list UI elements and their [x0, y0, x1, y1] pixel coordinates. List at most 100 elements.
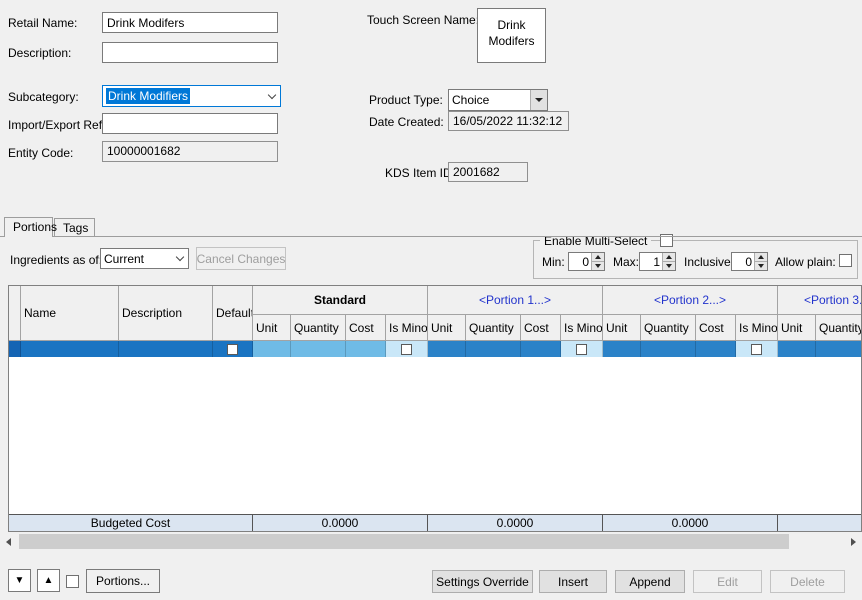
column-header-cost: Cost: [346, 315, 386, 341]
column-header-is-minor: Is Minor: [736, 315, 778, 341]
portions-checkbox[interactable]: [66, 575, 79, 588]
grid-header: Name Description Default Standard Unit Q…: [9, 286, 861, 341]
grid-selected-row[interactable]: [9, 341, 861, 357]
spin-down-icon[interactable]: [755, 261, 767, 270]
cell-portion1-quantity: [466, 341, 521, 357]
default-checkbox[interactable]: [227, 344, 238, 355]
column-header-name: Name: [21, 286, 119, 341]
max-label: Max:: [613, 255, 639, 269]
column-header-unit: Unit: [253, 315, 291, 341]
scroll-right-icon[interactable]: [845, 533, 862, 550]
date-created-label: Date Created:: [369, 115, 444, 129]
portions-grid: Name Description Default Standard Unit Q…: [8, 285, 862, 532]
product-type-label: Product Type:: [369, 93, 443, 107]
cell-portion1-unit: [428, 341, 466, 357]
column-group-portion-3: <Portion 3...> Unit Quantity: [778, 286, 862, 341]
cell-description: [119, 341, 213, 357]
budgeted-cost-portion2: 0.0000: [603, 515, 778, 531]
product-type-selected-value: Choice: [452, 93, 489, 107]
cell-standard-is-minor: [386, 341, 428, 357]
row-selector-header: [9, 286, 21, 341]
group-link-portion-3[interactable]: <Portion 3...>: [778, 286, 862, 315]
cell-portion3-unit: [778, 341, 816, 357]
portions-button[interactable]: Portions...: [86, 569, 160, 593]
allow-plain-label: Allow plain:: [775, 255, 836, 269]
date-created-field: 16/05/2022 11:32:12: [448, 111, 569, 131]
entity-code-label: Entity Code:: [8, 146, 73, 160]
column-header-unit: Unit: [778, 315, 816, 341]
tab-divider: [0, 236, 862, 237]
retail-name-label: Retail Name:: [8, 16, 77, 30]
column-header-quantity: Quantity: [291, 315, 346, 341]
retail-name-input[interactable]: [102, 12, 278, 33]
cell-default: [213, 341, 253, 357]
inclusive-value: 0: [732, 253, 754, 270]
ingredients-as-of-value: Current: [104, 252, 144, 266]
budgeted-cost-portion3: [778, 515, 862, 531]
cell-portion1-cost: [521, 341, 561, 357]
import-export-ref-input[interactable]: [102, 113, 278, 134]
inclusive-label: Inclusive:: [684, 255, 734, 269]
cell-standard-unit: [253, 341, 291, 357]
delete-button[interactable]: Delete: [770, 570, 845, 593]
move-up-button[interactable]: ▲: [37, 569, 60, 592]
spin-down-icon[interactable]: [663, 261, 675, 270]
scroll-left-icon[interactable]: [0, 533, 17, 550]
insert-button[interactable]: Insert: [539, 570, 607, 593]
min-label: Min:: [542, 255, 565, 269]
append-button[interactable]: Append: [615, 570, 685, 593]
tab-tags[interactable]: Tags: [54, 218, 95, 237]
cancel-changes-button[interactable]: Cancel Changes: [196, 247, 286, 270]
scrollbar-track[interactable]: [17, 533, 845, 550]
down-triangle-icon: ▼: [15, 576, 25, 586]
row-selector-cell[interactable]: [9, 341, 21, 357]
grid-empty-area[interactable]: [9, 357, 861, 514]
is-minor-checkbox[interactable]: [401, 344, 412, 355]
allow-plain-checkbox[interactable]: [839, 254, 852, 267]
cell-portion2-quantity: [641, 341, 696, 357]
min-spinner[interactable]: 0: [568, 252, 605, 271]
budgeted-cost-label: Budgeted Cost: [9, 515, 253, 531]
group-link-portion-1[interactable]: <Portion 1...>: [428, 286, 603, 315]
spin-up-icon[interactable]: [755, 253, 767, 261]
column-group-standard: Standard Unit Quantity Cost Is Minor: [253, 286, 428, 341]
scrollbar-thumb[interactable]: [19, 534, 789, 549]
is-minor-checkbox[interactable]: [576, 344, 587, 355]
touch-screen-name-label: Touch Screen Name:: [367, 13, 479, 27]
column-group-portion-1: <Portion 1...> Unit Quantity Cost Is Min…: [428, 286, 603, 341]
budgeted-cost-standard: 0.0000: [253, 515, 428, 531]
settings-override-button[interactable]: Settings Override: [432, 570, 533, 593]
dropdown-arrow-icon[interactable]: [530, 90, 547, 110]
max-spinner[interactable]: 1: [639, 252, 676, 271]
ingredients-as-of-combobox[interactable]: Current: [100, 248, 189, 269]
min-value: 0: [569, 253, 591, 270]
touch-screen-name-box[interactable]: Drink Modifers: [477, 8, 546, 63]
edit-button[interactable]: Edit: [693, 570, 762, 593]
kds-item-id-label: KDS Item ID:: [385, 166, 455, 180]
horizontal-scrollbar[interactable]: [0, 533, 862, 550]
budgeted-cost-portion1: 0.0000: [428, 515, 603, 531]
spin-up-icon[interactable]: [592, 253, 604, 261]
group-link-portion-2[interactable]: <Portion 2...>: [603, 286, 778, 315]
spin-up-icon[interactable]: [663, 253, 675, 261]
entity-code-field: 10000001682: [102, 141, 278, 162]
subcategory-label: Subcategory:: [8, 90, 79, 104]
max-value: 1: [640, 253, 662, 270]
cell-portion1-is-minor: [561, 341, 603, 357]
column-header-is-minor: Is Minor: [561, 315, 603, 341]
inclusive-spinner[interactable]: 0: [731, 252, 768, 271]
description-label: Description:: [8, 46, 71, 60]
subcategory-selected-value: Drink Modifiers: [106, 88, 190, 104]
cell-standard-quantity: [291, 341, 346, 357]
subcategory-combobox[interactable]: Drink Modifiers: [102, 85, 281, 107]
chevron-down-icon[interactable]: [263, 86, 280, 106]
enable-multi-select-group: Enable Multi-Select Min: 0 Max: 1 Inclus…: [533, 240, 858, 279]
tab-portions[interactable]: Portions: [4, 217, 53, 237]
product-type-combobox[interactable]: Choice: [448, 89, 548, 111]
chevron-down-icon[interactable]: [171, 249, 188, 268]
description-input[interactable]: [102, 42, 278, 63]
spin-down-icon[interactable]: [592, 261, 604, 270]
is-minor-checkbox[interactable]: [751, 344, 762, 355]
ingredients-as-of-label: Ingredients as of:: [10, 253, 102, 267]
move-down-button[interactable]: ▼: [8, 569, 31, 592]
